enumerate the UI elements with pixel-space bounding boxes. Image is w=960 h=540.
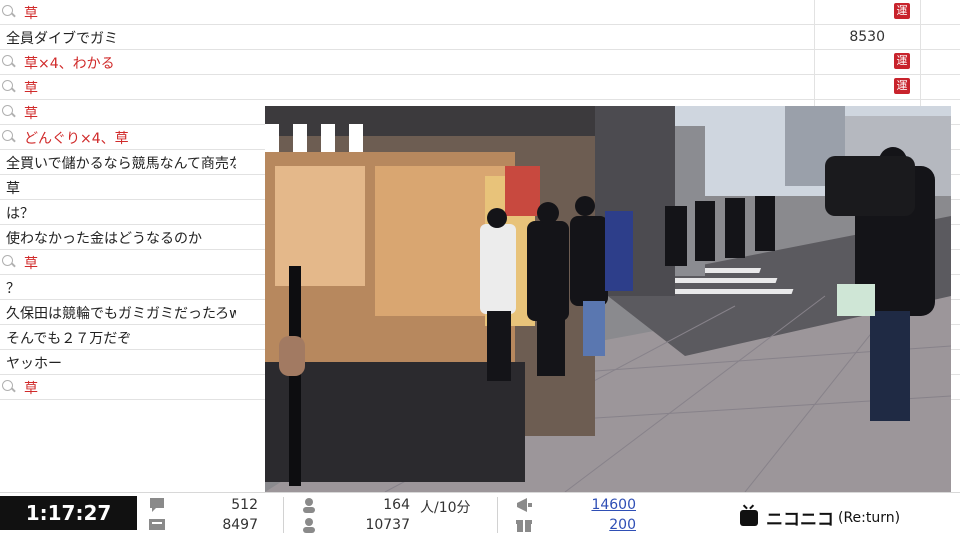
comment-text: 草 (24, 106, 38, 122)
divider (283, 497, 284, 533)
operator-badge: 運 (894, 53, 910, 69)
comment-text: 草 (24, 6, 38, 22)
comment-text: どんぐり×4、草 (24, 131, 129, 147)
divider (497, 497, 498, 533)
comment-text: 草 (6, 181, 20, 197)
comment-row[interactable]: 草×4、わかる 運 (0, 50, 960, 75)
column-divider (920, 0, 921, 24)
magnifier-icon (2, 80, 13, 91)
comment-icon (148, 497, 166, 513)
magnifier-icon (2, 380, 13, 391)
column-divider (814, 25, 815, 49)
viewer-total-count: 10737 (365, 517, 410, 533)
operator-badge: 運 (894, 3, 910, 19)
video-frame (265, 106, 951, 492)
status-bar: 1:17:27 512 8497 164 人/10分 10737 14600 2… (0, 492, 960, 540)
comment-text: 全員ダイブでガミ (6, 31, 118, 47)
magnifier-icon (2, 255, 13, 266)
column-divider (920, 25, 921, 49)
magnifier-icon (2, 5, 13, 16)
column-divider (814, 50, 815, 74)
niconico-logo[interactable]: ニコニコ (Re:turn) (740, 505, 900, 530)
comment-number: 8530 (849, 29, 885, 45)
comment-text: そんでも２７万だぞ (6, 331, 132, 347)
logo-name: ニコニコ (766, 510, 834, 530)
logo-suffix: (Re:turn) (838, 509, 901, 526)
viewer-recent-count: 164 (383, 497, 410, 513)
column-divider (814, 75, 815, 99)
comment-total-icon (148, 517, 166, 533)
comment-text: 久保田は競輪でもガミガミだったろw (6, 306, 236, 322)
viewer-recent-unit: 人/10分 (420, 500, 471, 516)
comment-text: 使わなかった金はどうなるのか (6, 231, 202, 247)
video-player[interactable] (265, 106, 951, 492)
ad-megaphone-icon (515, 497, 533, 513)
column-divider (920, 50, 921, 74)
column-divider (814, 0, 815, 24)
gift-points-link[interactable]: 200 (560, 517, 636, 533)
elapsed-time: 1:17:27 (0, 496, 137, 530)
comment-count: 512 (231, 497, 258, 513)
magnifier-icon (2, 55, 13, 66)
comment-row[interactable]: 草運 (0, 0, 960, 25)
operator-badge: 運 (894, 78, 910, 94)
comment-row[interactable]: 全員ダイブでガミ 8530 (0, 25, 960, 50)
comment-text: ？ (6, 281, 20, 297)
magnifier-icon (2, 130, 13, 141)
magnifier-icon (2, 105, 13, 116)
gift-icon (515, 517, 533, 533)
comment-list-empty-area (0, 406, 265, 492)
column-divider (920, 75, 921, 99)
comment-text: 草×4、わかる (24, 56, 115, 72)
comment-text: 草 (24, 381, 38, 397)
comment-total: 8497 (222, 517, 258, 533)
comment-text: 草 (24, 256, 38, 272)
viewer-total-icon (300, 517, 318, 533)
comment-text: ヤッホー (6, 356, 62, 372)
comment-text: 全買いで儲かるなら競馬なんて商売なり (6, 156, 236, 172)
comment-row[interactable]: 草運 (0, 75, 960, 100)
comment-text: 草 (24, 81, 38, 97)
viewer-recent-icon (300, 497, 318, 513)
ad-points-link[interactable]: 14600 (560, 497, 636, 513)
comment-text: は？ (6, 206, 34, 222)
tv-icon (740, 509, 758, 526)
